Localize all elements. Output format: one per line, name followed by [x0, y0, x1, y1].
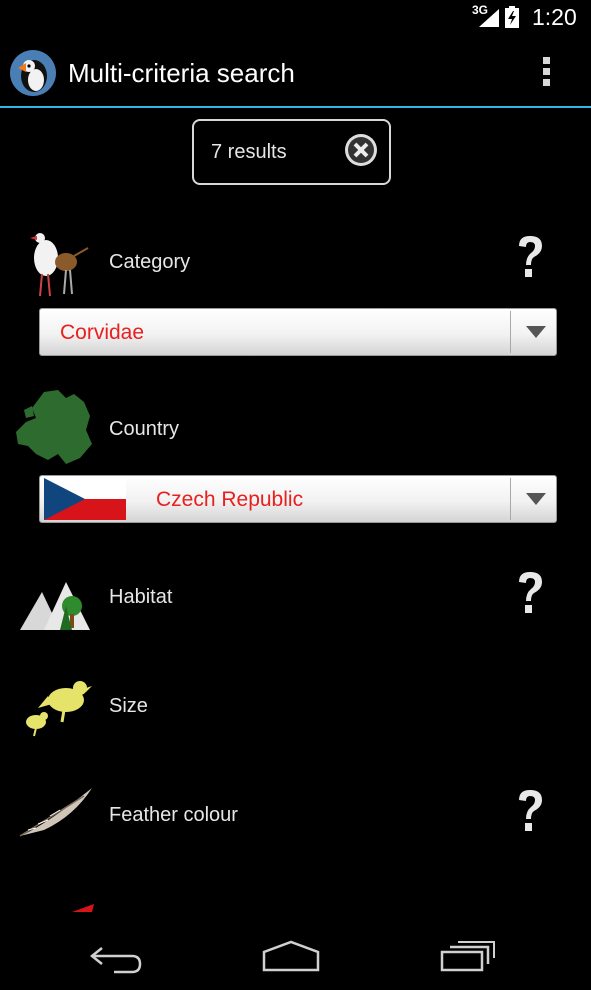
battery-icon	[505, 6, 519, 28]
action-bar: Multi-criteria search	[0, 36, 591, 108]
home-icon[interactable]	[260, 940, 322, 974]
clear-icon[interactable]	[344, 133, 378, 167]
category-label: Category	[109, 251, 191, 273]
results-count: 7 results	[211, 141, 287, 163]
spinner-divider	[510, 311, 511, 353]
partial-next-icon	[72, 904, 94, 912]
page-title: Multi-criteria search	[68, 58, 295, 88]
bird-size-icon	[26, 681, 92, 737]
feather-icon	[19, 788, 92, 837]
category-spinner[interactable]: Corvidae	[39, 308, 557, 356]
recent-apps-icon[interactable]	[438, 940, 496, 974]
feather-colour-label: Feather colour	[109, 804, 238, 826]
habitat-label: Habitat	[109, 586, 173, 608]
overflow-menu-icon[interactable]	[532, 54, 562, 90]
puffin-icon[interactable]	[10, 50, 56, 96]
back-icon[interactable]	[88, 940, 144, 976]
country-label: Country	[109, 418, 180, 440]
chevron-down-icon	[526, 493, 546, 505]
country-spinner[interactable]: Czech Republic	[39, 475, 557, 523]
size-label: Size	[109, 695, 148, 717]
bird-category-icon	[30, 233, 89, 297]
category-spinner-value: Corvidae	[60, 321, 145, 344]
feather-colour-help-icon[interactable]	[514, 788, 546, 834]
category-help-icon[interactable]	[514, 234, 546, 280]
chevron-down-icon	[526, 326, 546, 338]
mountain-tree-icon	[20, 582, 90, 630]
europe-map-icon	[16, 390, 92, 464]
czech-flag	[44, 478, 126, 520]
country-spinner-value: Czech Republic	[156, 488, 304, 511]
status-bar: 3G 1:20	[0, 0, 591, 34]
signal-icon	[479, 9, 499, 27]
spinner-divider	[510, 478, 511, 520]
results-box: 7 results	[192, 119, 391, 185]
clock: 1:20	[532, 4, 577, 30]
habitat-help-icon[interactable]	[514, 570, 546, 616]
navigation-bar	[0, 920, 591, 990]
